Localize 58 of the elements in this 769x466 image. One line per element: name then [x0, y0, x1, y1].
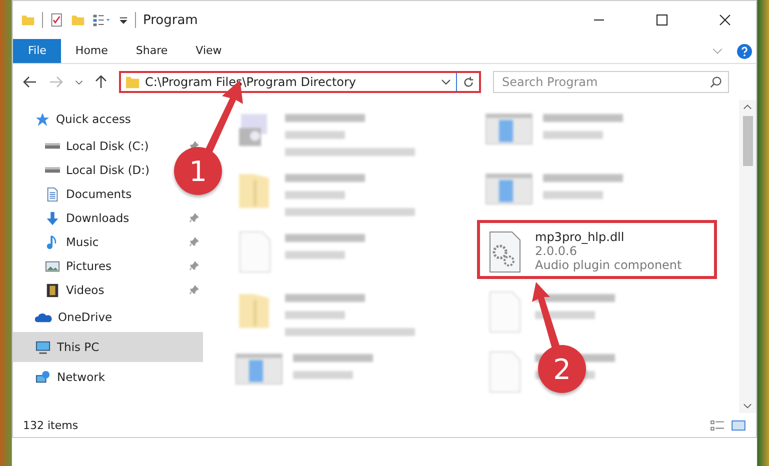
download-arrow-icon	[45, 210, 60, 226]
sidebar-item[interactable]: Videos	[45, 278, 104, 302]
scroll-up-icon[interactable]	[743, 104, 752, 110]
maximize-icon[interactable]	[656, 14, 668, 26]
sidebar-item[interactable]: Pictures	[45, 254, 112, 278]
address-field[interactable]: C:\Program Files\Program Directory	[119, 71, 481, 93]
scroll-thumb[interactable]	[742, 116, 752, 166]
folder-icon	[125, 74, 140, 90]
sidebar-item[interactable]: OneDrive	[13, 302, 203, 332]
drive-icon	[45, 142, 60, 150]
star-icon	[35, 112, 50, 126]
picture-icon	[45, 258, 60, 274]
large-icons-view-icon[interactable]	[731, 420, 746, 430]
ribbon-tab[interactable]: View	[182, 40, 236, 62]
help-icon[interactable]	[737, 44, 752, 58]
checklist-icon[interactable]	[50, 13, 64, 27]
sidebar-item[interactable]: Network	[13, 362, 203, 392]
file-item[interactable]: mp3pro_hlp.dll 2.0.0.6 Audio plugin component	[481, 226, 686, 274]
cloud-icon	[35, 312, 52, 322]
document-icon	[45, 186, 60, 202]
sidebar-item[interactable]: Local Disk (D:)	[45, 158, 150, 182]
back-arrow-icon[interactable]	[23, 76, 37, 88]
search-field[interactable]: Search Program	[493, 71, 729, 93]
chevron-down-icon[interactable]	[75, 80, 83, 84]
sidebar-item[interactable]: This PC	[13, 332, 203, 362]
film-icon	[45, 282, 60, 298]
file-detail: Audio plugin component	[535, 258, 682, 272]
pin-icon[interactable]	[189, 261, 199, 271]
drive-icon	[45, 166, 60, 174]
pin-icon[interactable]	[189, 237, 199, 247]
sidebar-item[interactable]: Documents	[45, 182, 132, 206]
pin-icon[interactable]	[189, 285, 199, 295]
chevron-down-icon[interactable]	[441, 79, 451, 85]
up-arrow-icon[interactable]	[95, 75, 107, 89]
ribbon-tab[interactable]: Share	[122, 40, 182, 62]
file-name: mp3pro_hlp.dll	[535, 230, 626, 244]
dropdown-icon[interactable]	[119, 16, 128, 24]
search-icon	[710, 76, 722, 88]
sidebar-item[interactable]: Downloads	[45, 206, 130, 230]
address-path: C:\Program Files\Program Directory	[145, 75, 358, 89]
close-icon[interactable]	[719, 14, 731, 26]
item-count: 132 items	[23, 418, 78, 432]
pin-icon[interactable]	[189, 213, 199, 223]
properties-icon[interactable]	[92, 13, 112, 27]
sidebar-item[interactable]: Music	[45, 230, 99, 254]
refresh-icon[interactable]	[462, 76, 475, 88]
details-view-icon[interactable]	[710, 420, 725, 430]
sidebar-item[interactable]: Local Disk (C:)	[45, 134, 149, 158]
folder-icon	[21, 13, 35, 27]
scrollbar[interactable]	[739, 100, 756, 413]
scroll-down-icon[interactable]	[743, 403, 752, 409]
sidebar-item[interactable]: Quick access	[13, 104, 203, 134]
window-title: Program	[143, 12, 198, 28]
file-detail: 2.0.0.6	[535, 244, 578, 258]
ribbon-tab[interactable]: File	[13, 39, 62, 63]
monitor-icon	[35, 340, 51, 354]
ribbon-tab[interactable]: Home	[61, 40, 122, 62]
network-icon	[35, 370, 51, 384]
